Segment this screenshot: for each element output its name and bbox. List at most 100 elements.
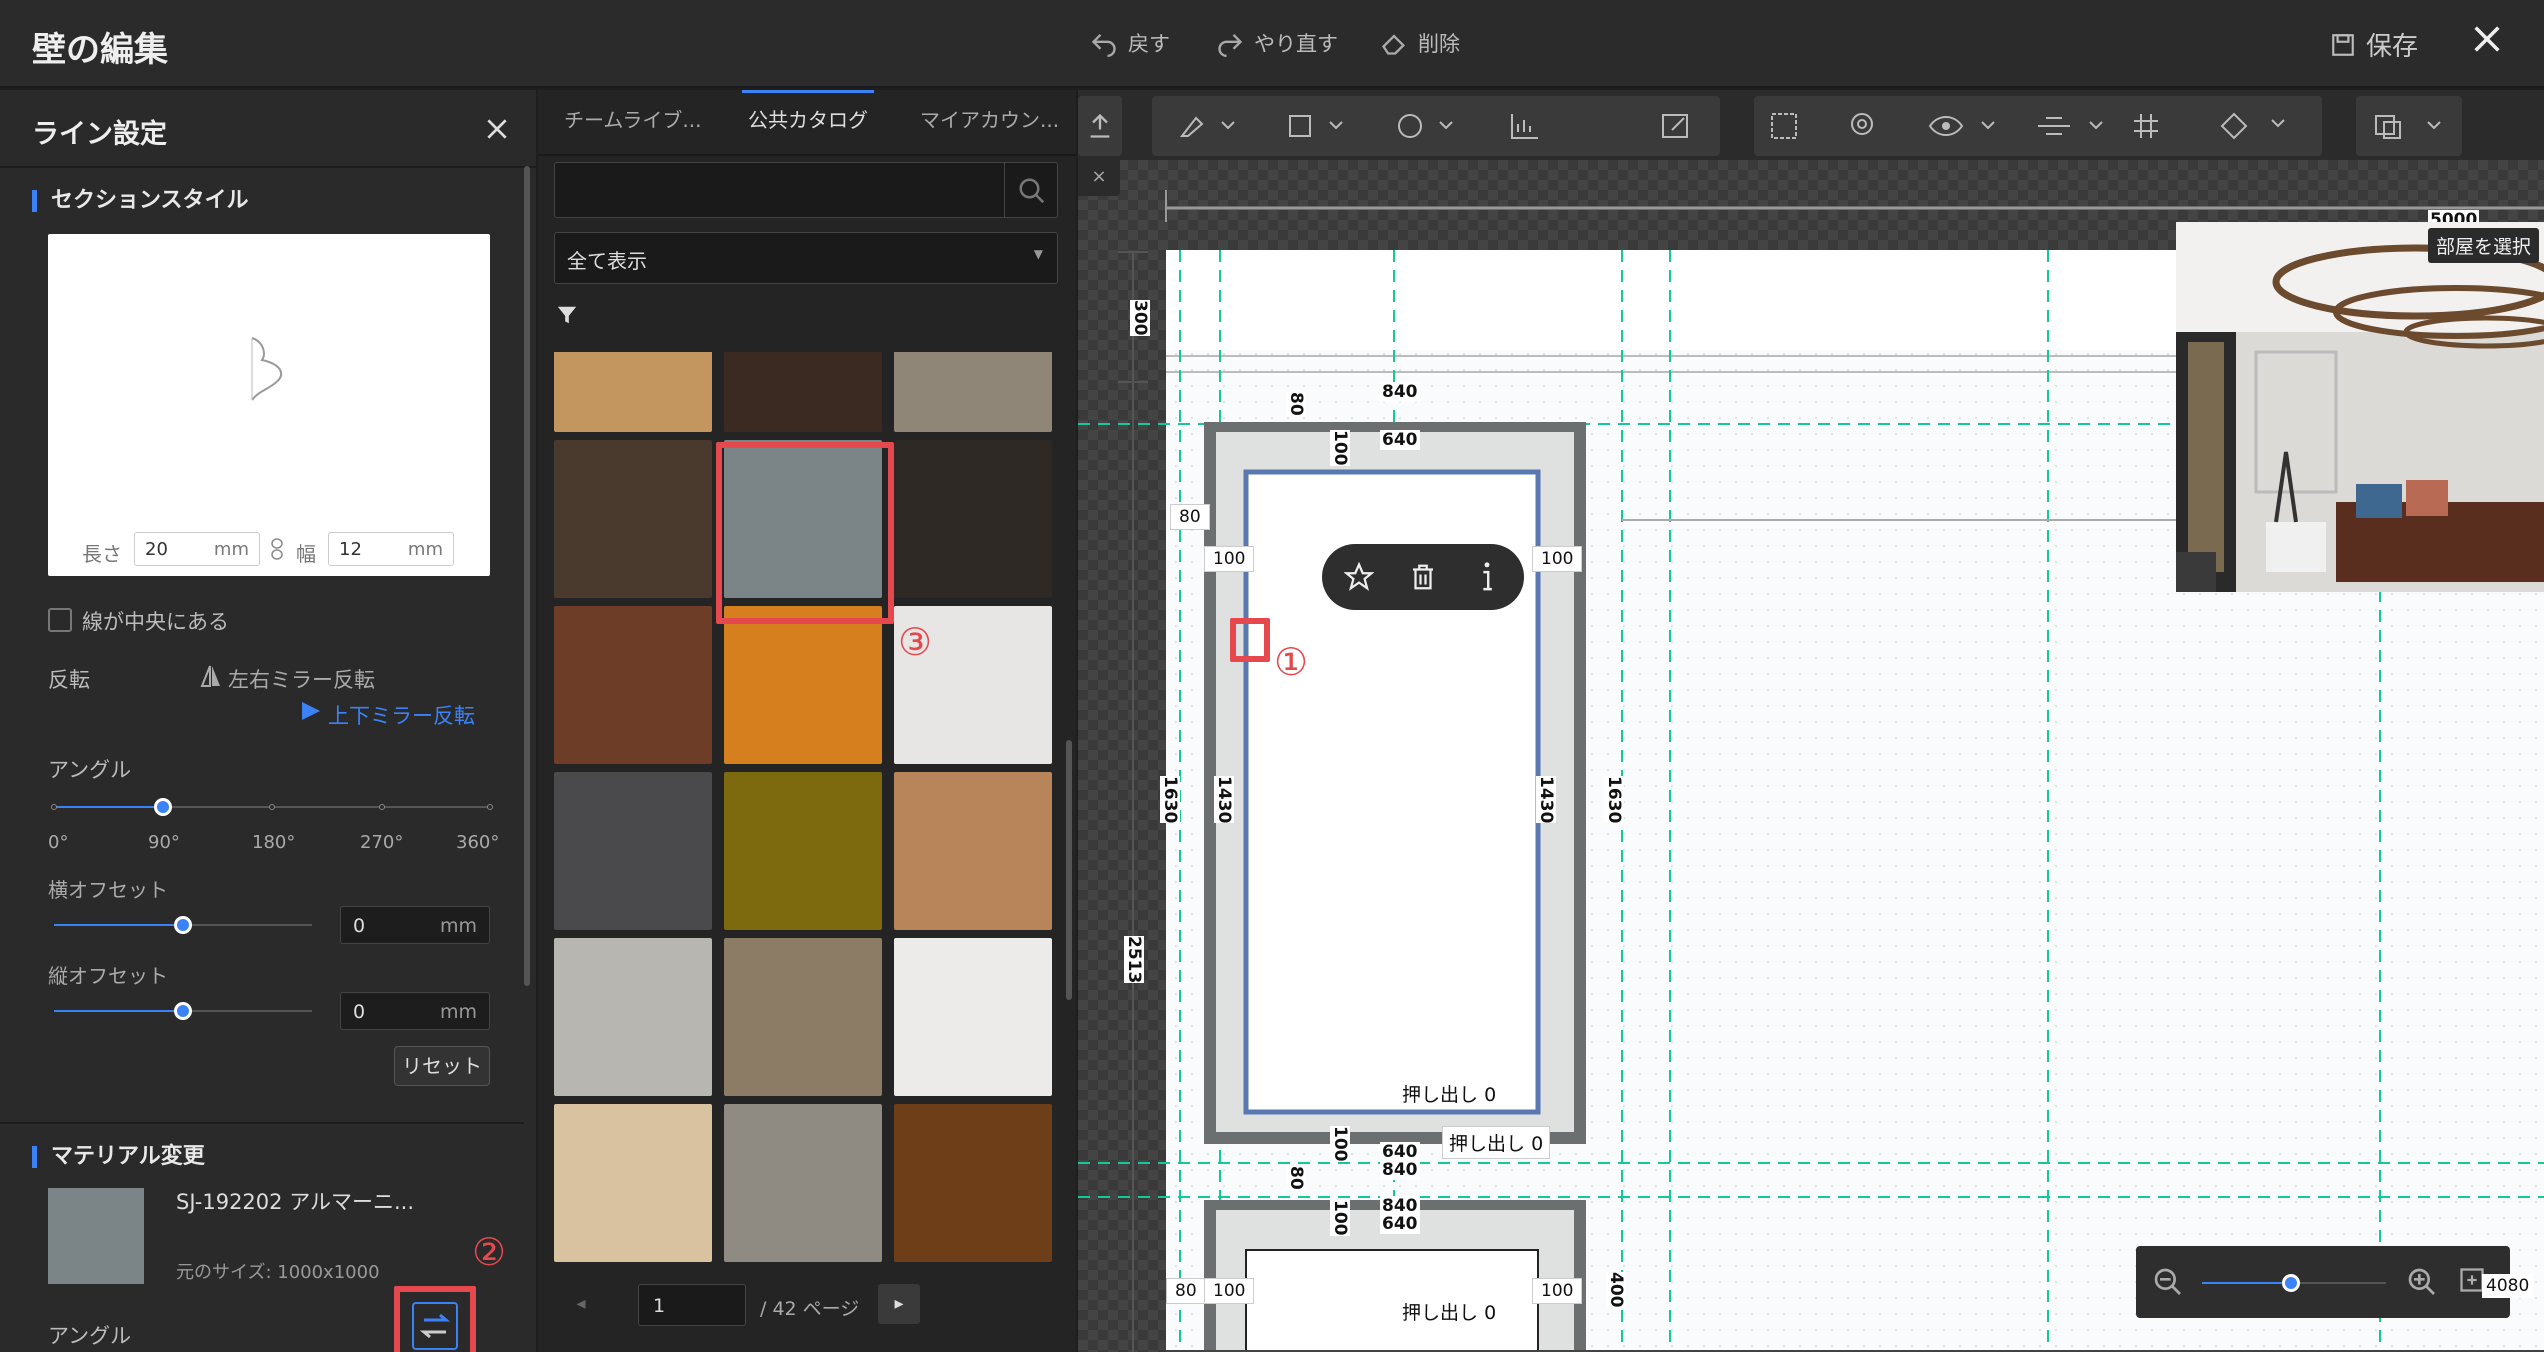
- redo-button[interactable]: やり直す: [1216, 28, 1338, 58]
- material-swatch[interactable]: [554, 772, 712, 930]
- pen-tool-icon[interactable]: [1178, 112, 1238, 140]
- mirror-lr-icon: [200, 665, 220, 687]
- flip-lr-button[interactable]: 左右ミラー反転: [200, 664, 375, 694]
- material-swatch[interactable]: [724, 606, 882, 764]
- material-name: SJ-192202 アルマーニ...: [176, 1190, 415, 1214]
- material-swatch[interactable]: [724, 938, 882, 1096]
- h-offset-unit: mm: [439, 915, 477, 937]
- material-swatch[interactable]: [894, 938, 1052, 1096]
- dimension-tool-icon[interactable]: [1508, 112, 1540, 140]
- h-offset-slider[interactable]: [54, 916, 312, 934]
- material-swatch[interactable]: [894, 352, 1052, 432]
- star-icon[interactable]: [1344, 562, 1374, 592]
- dim-640-b1: 640: [1380, 1142, 1420, 1162]
- v-offset-knob[interactable]: [174, 1002, 192, 1020]
- width-label: 幅: [296, 542, 316, 566]
- room-select-button[interactable]: 部屋を選択: [2428, 228, 2540, 263]
- close-icon[interactable]: [2470, 22, 2504, 56]
- resize-handle-icon[interactable]: [2176, 552, 2216, 592]
- material-swatch[interactable]: [724, 772, 882, 930]
- scrollbar[interactable]: [524, 166, 530, 986]
- link-icon[interactable]: [270, 538, 284, 560]
- chevron-down-icon: ▼: [1033, 247, 1043, 261]
- h-offset-label: 横オフセット: [48, 878, 168, 902]
- material-swatch[interactable]: [554, 352, 712, 432]
- material-swatch[interactable]: [724, 352, 882, 432]
- v-offset-input[interactable]: 0 mm: [340, 992, 490, 1030]
- angle-slider-knob[interactable]: [154, 798, 172, 816]
- edit-area-icon[interactable]: [1660, 112, 1692, 140]
- 3d-preview[interactable]: 部屋を選択: [2176, 222, 2544, 592]
- extrude-value: 0: [1484, 1084, 1497, 1106]
- zoom-out-icon[interactable]: [2152, 1266, 2184, 1298]
- h-offset-input[interactable]: 0 mm: [340, 906, 490, 944]
- dim-1430-left: 1430: [1214, 776, 1234, 824]
- page-total: / 42 ページ: [760, 1298, 860, 1320]
- width-input[interactable]: 12 mm: [328, 532, 454, 566]
- replace-material-button[interactable]: [412, 1302, 458, 1350]
- rectangle-tool-icon[interactable]: [1286, 112, 1346, 140]
- lasso-icon[interactable]: [1846, 110, 1878, 142]
- dim-1630-right: 1630: [1604, 776, 1624, 824]
- tab-team-library[interactable]: チームライブ...: [564, 104, 701, 133]
- material-swatch[interactable]: [554, 1104, 712, 1262]
- center-checkbox[interactable]: [48, 608, 72, 632]
- dim-100-c: 100: [1330, 1200, 1350, 1236]
- eye-icon[interactable]: [1928, 112, 1998, 140]
- length-unit: mm: [213, 539, 249, 560]
- delete-button[interactable]: 削除: [1380, 28, 1460, 58]
- flip-ud-button[interactable]: 上下ミラー反転: [300, 700, 475, 730]
- flip-lr-label: 左右ミラー反転: [228, 668, 375, 692]
- material-swatch[interactable]: [554, 938, 712, 1096]
- tab-public-catalog[interactable]: 公共カタログ: [748, 104, 868, 133]
- trash-icon[interactable]: [1408, 562, 1438, 592]
- frame-icon[interactable]: [1768, 110, 1800, 142]
- angle-slider[interactable]: [51, 798, 493, 816]
- export-button[interactable]: [1078, 96, 1122, 156]
- zoom-slider[interactable]: [2202, 1274, 2386, 1292]
- drawing-canvas[interactable]: 840 640 80 100 300 5000 80 100 100 1430 …: [1078, 160, 2544, 1352]
- paint-icon[interactable]: [2218, 110, 2288, 140]
- material-swatch[interactable]: [554, 440, 712, 598]
- align-icon[interactable]: [2036, 112, 2106, 140]
- dim-840: 840: [1380, 382, 1420, 402]
- material-swatch[interactable]: [894, 1104, 1052, 1262]
- view-tools-group: [1754, 96, 2322, 156]
- v-offset-slider[interactable]: [54, 1002, 312, 1020]
- prev-page-button[interactable]: ◂: [554, 1284, 608, 1324]
- material-swatch[interactable]: [894, 772, 1052, 930]
- layers-button[interactable]: [2356, 96, 2462, 156]
- filter-select[interactable]: 全て表示 ▼: [554, 232, 1058, 284]
- angle-tick-270: 270°: [360, 832, 404, 853]
- funnel-icon[interactable]: [556, 304, 578, 326]
- info-icon[interactable]: [1472, 560, 1502, 594]
- search-input[interactable]: [554, 162, 1058, 218]
- save-button[interactable]: 保存: [2330, 26, 2418, 63]
- circle-tool-icon[interactable]: [1396, 112, 1456, 140]
- section-preview: 長さ 20 mm 幅 12 mm: [48, 234, 490, 576]
- length-input[interactable]: 20 mm: [134, 532, 260, 566]
- close-panel-icon[interactable]: [484, 116, 510, 142]
- room-render-image: [2176, 222, 2544, 592]
- material-swatch[interactable]: [894, 440, 1052, 598]
- angle-tick-90: 90°: [148, 832, 180, 853]
- section-style-title: セクションスタイル: [32, 190, 249, 212]
- grid-icon[interactable]: [2132, 112, 2160, 140]
- material-swatch[interactable]: [554, 606, 712, 764]
- extrude-label-1: 押し出し 0: [1398, 1080, 1501, 1107]
- zoom-in-icon[interactable]: [2406, 1266, 2438, 1298]
- grid-scrollbar[interactable]: [1066, 740, 1072, 1000]
- reset-button[interactable]: リセット: [394, 1046, 490, 1086]
- next-page-button[interactable]: ▸: [878, 1284, 920, 1324]
- v-offset-unit: mm: [439, 1001, 477, 1023]
- h-offset-knob[interactable]: [174, 916, 192, 934]
- search-button[interactable]: [1004, 162, 1058, 218]
- page-input[interactable]: 1: [638, 1284, 746, 1326]
- layers-icon: [2375, 115, 2441, 139]
- undo-button[interactable]: 戻す: [1090, 28, 1170, 58]
- tab-my-account[interactable]: マイアカウン...: [920, 104, 1059, 133]
- flip-ud-label: 上下ミラー反転: [328, 704, 475, 728]
- canvas-close-button[interactable]: ×: [1078, 160, 1120, 196]
- material-swatch[interactable]: [724, 1104, 882, 1262]
- zoom-knob[interactable]: [2282, 1274, 2300, 1292]
